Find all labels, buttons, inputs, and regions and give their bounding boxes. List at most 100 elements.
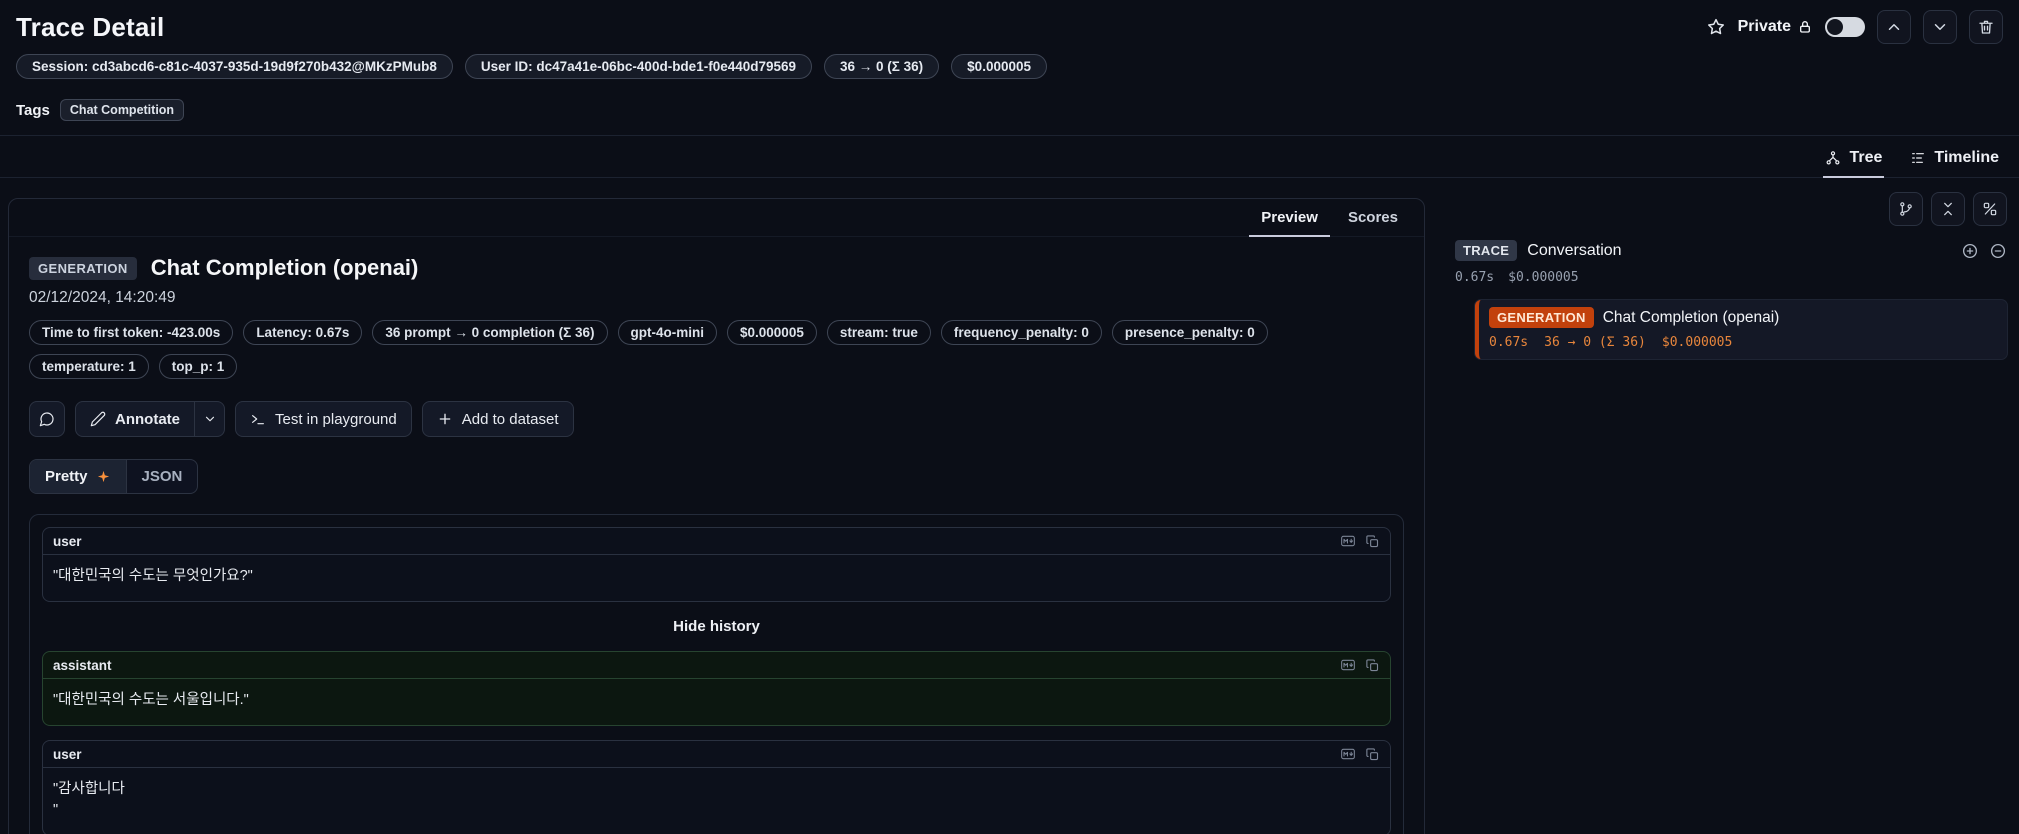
- tags-label: Tags: [16, 101, 50, 119]
- token-usage-badge: 36 → 0 (Σ 36): [824, 54, 940, 79]
- action-buttons-row: Annotate Test in playground Add to datas…: [29, 401, 1404, 437]
- format-toggle: Pretty JSON: [29, 459, 199, 494]
- format-pretty-segment[interactable]: Pretty: [30, 460, 127, 493]
- panel-body: GENERATION Chat Completion (openai) 02/1…: [9, 237, 1424, 834]
- percentage-icon: [1983, 202, 1997, 216]
- pill-stream: stream: true: [826, 320, 931, 345]
- trace-type-badge: TRACE: [1455, 240, 1518, 261]
- markdown-toggle-icon[interactable]: [1340, 657, 1356, 673]
- public-sharing-toggle[interactable]: [1825, 17, 1865, 37]
- pill-temperature: temperature: 1: [29, 354, 149, 379]
- trace-root-row[interactable]: TRACE Conversation: [1455, 240, 2007, 261]
- annotate-button[interactable]: Annotate: [75, 401, 195, 437]
- session-badge[interactable]: Session: cd3abcd6-c81c-4037-935d-19d9f27…: [16, 54, 453, 79]
- branch-view-button[interactable]: [1889, 192, 1923, 226]
- trace-cost: $0.000005: [1508, 270, 1579, 285]
- tab-tree[interactable]: Tree: [1823, 149, 1885, 178]
- visibility-label: Private: [1737, 18, 1791, 35]
- lock-icon: [1800, 21, 1810, 33]
- trace-detail-page: Trace Detail Private Session: cd3abcd6-c…: [0, 0, 2019, 834]
- meta-badges-row: Session: cd3abcd6-c81c-4037-935d-19d9f27…: [0, 48, 2019, 91]
- tab-preview[interactable]: Preview: [1249, 203, 1330, 237]
- tab-scores[interactable]: Scores: [1336, 203, 1410, 237]
- content-area: Preview Scores GENERATION Chat Completio…: [0, 178, 2019, 834]
- json-label: JSON: [141, 468, 183, 485]
- comments-button[interactable]: [29, 401, 65, 437]
- trash-icon: [1979, 20, 1993, 34]
- chevron-down-icon: [1934, 24, 1946, 30]
- markdown-toggle-icon[interactable]: [1340, 746, 1356, 762]
- toggle-knob: [1827, 19, 1843, 35]
- plus-circle-icon: [1962, 243, 1978, 258]
- markdown-toggle-icon[interactable]: [1340, 533, 1356, 549]
- pill-latency: Latency: 0.67s: [243, 320, 363, 345]
- sparkle-icon: [97, 470, 109, 483]
- units-toggle-button[interactable]: [1973, 192, 2007, 226]
- pretty-label: Pretty: [45, 468, 88, 485]
- message-assistant: assistant "대한민국의 수도는 서울입니다.": [42, 651, 1391, 727]
- message-header-icons: [1340, 746, 1380, 762]
- generation-cost: $0.000005: [1661, 335, 1733, 350]
- message-content: "대한민국의 수도는 서울입니다.": [53, 692, 249, 709]
- copy-icon[interactable]: [1365, 534, 1380, 549]
- message-content: "대한민국의 수도는 무엇인가요?": [53, 568, 253, 584]
- generation-latency: 0.67s: [1489, 335, 1529, 350]
- annotate-label: Annotate: [115, 410, 180, 428]
- user-id-badge[interactable]: User ID: dc47a41e-06bc-400d-bde1-f0e440d…: [464, 54, 813, 79]
- terminal-icon: [252, 415, 264, 425]
- format-json-segment[interactable]: JSON: [127, 460, 198, 493]
- copy-icon[interactable]: [1365, 658, 1380, 673]
- observation-panel: Preview Scores GENERATION Chat Completio…: [8, 198, 1425, 834]
- tree-icon: [1826, 151, 1840, 165]
- expand-all-button[interactable]: [1961, 242, 1979, 260]
- prev-trace-button[interactable]: [1877, 10, 1911, 44]
- generation-metrics: 0.67s 36 → 0 (Σ 36) $0.000005: [1489, 335, 1997, 350]
- generation-node-header: GENERATION Chat Completion (openai): [1489, 307, 1997, 328]
- message-role: assistant: [53, 657, 112, 673]
- message-header: user: [43, 528, 1390, 555]
- tab-timeline[interactable]: Timeline: [1908, 149, 2001, 178]
- generation-name: Chat Completion (openai): [1602, 308, 1780, 326]
- minus-circle-icon: [1990, 243, 2006, 258]
- message-header-icons: [1340, 533, 1380, 549]
- observation-type-badge: GENERATION: [29, 256, 137, 280]
- trace-metrics: 0.67s $0.000005: [1455, 270, 2007, 285]
- generation-type-badge: GENERATION: [1489, 307, 1594, 328]
- timeline-icon: [1912, 153, 1925, 163]
- copy-icon[interactable]: [1365, 747, 1380, 762]
- message-user-2: user "감사합니다 ": [42, 740, 1391, 834]
- collapse-subtree-button[interactable]: [1989, 242, 2007, 260]
- pill-frequency-penalty: frequency_penalty: 0: [940, 320, 1102, 345]
- pill-top-p: top_p: 1: [158, 354, 238, 379]
- message-header-icons: [1340, 657, 1380, 673]
- tree-generation-node[interactable]: GENERATION Chat Completion (openai) 0.67…: [1475, 300, 2007, 359]
- plus-icon: [439, 413, 451, 425]
- generation-tokens: 36 → 0 (Σ 36): [1544, 335, 1646, 350]
- pill-token-usage: 36 prompt → 0 completion (Σ 36): [372, 320, 608, 345]
- bookmark-star-button[interactable]: [1706, 17, 1726, 37]
- git-branch-icon: [1900, 202, 1912, 216]
- annotate-dropdown-button[interactable]: [195, 401, 225, 437]
- messages-container: user "대한민국의 수도는 무엇인가요?" Hide history ass…: [29, 514, 1404, 834]
- observation-title-row: GENERATION Chat Completion (openai): [29, 255, 1404, 281]
- visibility-status: Private: [1738, 18, 1813, 36]
- header: Trace Detail Private: [0, 0, 2019, 48]
- add-to-dataset-button[interactable]: Add to dataset: [421, 401, 574, 437]
- message-header: user: [43, 741, 1390, 769]
- pill-presence-penalty: presence_penalty: 0: [1111, 320, 1268, 345]
- pill-model[interactable]: gpt-4o-mini: [617, 320, 718, 345]
- trace-latency: 0.67s: [1455, 270, 1495, 285]
- message-header: assistant: [43, 652, 1390, 680]
- pill-time-to-first-token: Time to first token: -423.00s: [29, 320, 234, 345]
- annotate-split-button: Annotate: [75, 401, 225, 437]
- collapse-all-button[interactable]: [1931, 192, 1965, 226]
- hide-history-button[interactable]: Hide history: [42, 616, 1391, 637]
- star-icon: [1707, 18, 1724, 35]
- tab-tree-label: Tree: [1849, 149, 1883, 166]
- delete-trace-button[interactable]: [1969, 10, 2003, 44]
- next-trace-button[interactable]: [1923, 10, 1957, 44]
- metric-pills: Time to first token: -423.00s Latency: 0…: [29, 320, 1349, 379]
- test-in-playground-button[interactable]: Test in playground: [235, 401, 412, 437]
- chevron-down-icon: [205, 416, 214, 422]
- tag-chat-competition[interactable]: Chat Competition: [59, 99, 185, 121]
